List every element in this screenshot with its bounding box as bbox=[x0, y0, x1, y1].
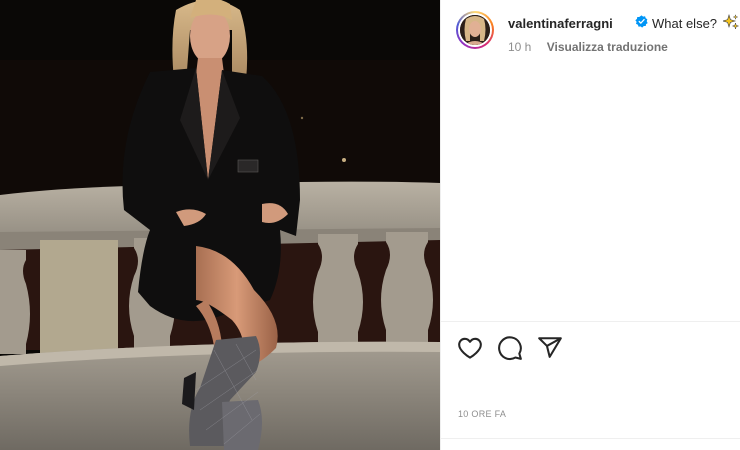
paper-plane-icon bbox=[538, 337, 562, 358]
actions-divider bbox=[441, 321, 740, 322]
share-button[interactable] bbox=[537, 335, 563, 361]
comment-icon bbox=[498, 336, 522, 361]
post-photo[interactable] bbox=[0, 0, 440, 450]
author-username[interactable]: valentinaferragni bbox=[508, 16, 613, 31]
verified-badge-icon bbox=[635, 15, 648, 28]
post-date: 10 ORE FA bbox=[458, 409, 507, 419]
caption-meta: 10 h Visualizza traduzione bbox=[508, 40, 668, 54]
photo-illustration bbox=[0, 0, 440, 450]
heart-icon bbox=[458, 337, 482, 359]
like-button[interactable] bbox=[457, 335, 483, 361]
avatar-photo bbox=[460, 15, 490, 45]
sparkles-icon bbox=[721, 13, 740, 30]
caption-text: What else? bbox=[652, 16, 718, 31]
caption-row: valentinaferragni What else? @ 10 h Visu… bbox=[456, 11, 740, 54]
post-time-ago: 10 h bbox=[508, 40, 532, 54]
avatar[interactable] bbox=[456, 11, 494, 49]
see-translation-link[interactable]: Visualizza traduzione bbox=[547, 40, 668, 54]
comment-button[interactable] bbox=[497, 335, 523, 361]
comment-divider bbox=[441, 438, 740, 439]
post-side-panel: valentinaferragni What else? @ 10 h Visu… bbox=[440, 0, 740, 450]
